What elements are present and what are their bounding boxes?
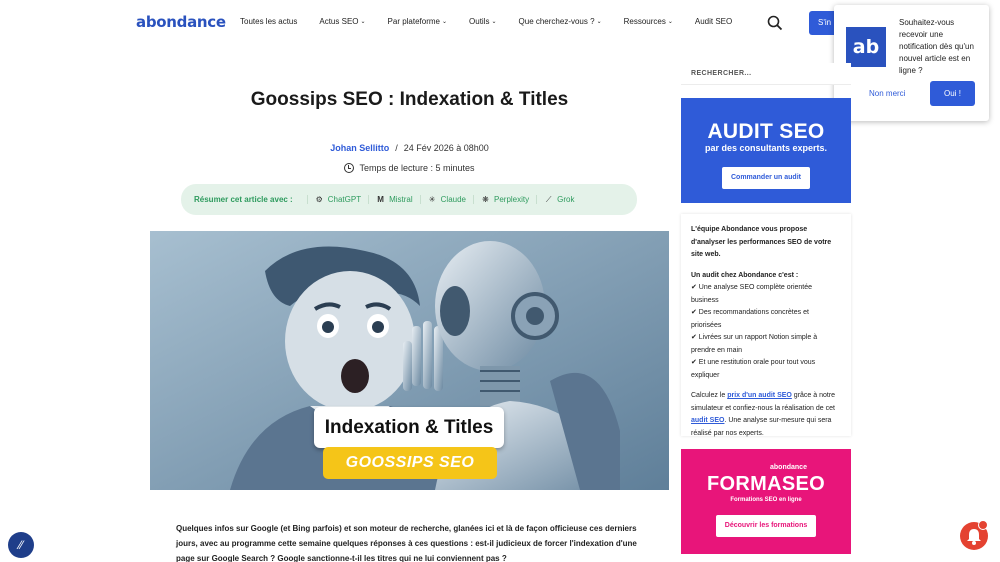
audit-info-card: L'équipe Abondance vous propose d'analys… [681,214,851,437]
meta-separator: / [395,143,398,153]
nav-label: Que cherchez-vous ? [518,17,595,26]
ai-label: Claude [440,195,466,204]
ai-label: Perplexity [494,195,530,204]
chevron-down-icon: ⌄ [667,19,673,25]
nav-item-toutes-les-actus[interactable]: Toutes les actus [240,17,297,26]
nav-label: Actus SEO [319,17,359,26]
article-intro: Quelques infos sur Google (et Bing parfo… [176,524,637,562]
card-list-item: ✔ Livrées sur un rapport Notion simple à… [691,334,818,354]
summarize-bar: Résumer cet article avec : ⚙ ChatGPT M Mis… [181,184,637,215]
card-list-item: ✔ Et une restitution orale pour tout vou… [691,359,816,379]
notification-prompt: ab Souhaitez-vous recevoir une notificat… [834,5,989,121]
outro-text: Calculez le [691,392,728,399]
nav-item-audit-seo[interactable]: Audit SEO [695,17,732,26]
article-title: Goossips SEO : Indexation & Titles [250,89,569,110]
nav-label: Toutes les actus [240,17,298,26]
nav-label: Ressources [623,17,666,26]
chevron-down-icon: ⌄ [442,19,448,25]
chatgpt-icon: ⚙ [315,195,323,204]
nav-item-outils[interactable]: Outils ⌄ [469,17,496,26]
nav-label: Par plateforme [387,17,440,26]
publish-date: 24 Fév 2026 à 08h00 [403,143,489,153]
card-intro: L'équipe Abondance vous propose d'analys… [691,226,832,258]
clock-icon [344,163,355,173]
audit-banner-title: AUDIT SEO [707,120,825,143]
audit-price-link[interactable]: prix d'un audit SEO [727,392,792,399]
ai-label: Grok [557,195,575,204]
accept-notification-button[interactable]: Oui ! [930,81,975,106]
reading-time: Temps de lecture : 5 minutes [150,163,669,173]
chevron-down-icon: ⌄ [360,19,366,25]
order-audit-button[interactable]: Commander un audit [722,167,810,189]
perplexity-icon: ❋ [482,195,489,204]
audit-banner-subtitle: par des consultants experts. [704,143,828,153]
card-list-item: ✔ Des recommandations concrètes et prior… [691,309,809,329]
claude-icon: ✳ [428,195,436,204]
search-icon[interactable] [767,15,783,31]
card-list-item: ✔ Une analyse SEO complète orientée busi… [691,284,813,304]
nav-item-actus-seo[interactable]: Actus SEO ⌄ [319,17,365,26]
ai-label: ChatGPT [327,195,362,204]
formaseo-brand: abondance [770,464,807,471]
article-meta: Johan Sellitto / 24 Fév 2026 à 08h00 [150,143,669,153]
sidebar-search-input[interactable]: RECHERCHER... [681,63,851,85]
decline-notification-button[interactable]: Non merci [869,89,905,98]
summarize-grok-button[interactable]: ⟋ Grok [536,195,581,204]
nav-item-par-plateforme[interactable]: Par plateforme ⌄ [388,17,448,26]
audit-seo-banner[interactable]: AUDIT SEO par des consultants experts. C… [681,98,851,203]
notification-message: Souhaitez-vous recevoir une notification… [899,18,974,75]
notification-logo: ab [846,27,886,67]
discover-formations-button[interactable]: Découvrir les formations [716,515,816,537]
chevron-down-icon: ⌄ [491,19,497,25]
formaseo-subtitle: Formations SEO en ligne [730,497,802,503]
summarize-perplexity-button[interactable]: ❋ Perplexity [473,195,536,204]
accessibility-widget-icon[interactable]: ⁄⁄ [8,532,34,558]
author-link[interactable]: Johan Sellitto [330,143,389,153]
hero-title-badge: Indexation & Titles [314,407,504,448]
summarize-mistral-button[interactable]: M Mistral [368,195,420,204]
formaseo-title: FORMASEO [707,473,825,495]
card-list-title: Un audit chez Abondance c'est : [691,271,799,279]
audit-seo-link[interactable]: audit SEO [691,417,724,424]
summarize-label: Résumer cet article avec : [194,195,293,204]
nav-item-ressources[interactable]: Ressources ⌄ [624,17,673,26]
grok-icon: ⟋ [545,195,552,204]
ai-label: Mistral [389,195,413,204]
formaseo-banner[interactable]: abondance FORMASEO Formations SEO en lig… [681,449,851,554]
main-nav: Toutes les actus Actus SEO ⌄ Par platefor… [240,17,754,26]
chevron-down-icon: ⌄ [596,19,602,25]
notification-badge [978,520,988,530]
nav-label: Audit SEO [694,17,733,26]
summarize-claude-button[interactable]: ✳ Claude [419,195,473,204]
hero-category-badge: GOOSSIPS SEO [323,447,497,479]
reading-time-label: Temps de lecture : 5 minutes [359,163,475,173]
nav-item-que-cherchez-vous[interactable]: Que cherchez-vous ? ⌄ [519,17,602,26]
summarize-chatgpt-button[interactable]: ⚙ ChatGPT [306,195,368,204]
mistral-icon: M [377,195,384,204]
nav-label: Outils [469,17,490,26]
site-logo[interactable]: abondance [136,13,226,31]
card-outro: Calculez le prix d'un audit SEO grâce à … [691,390,841,440]
